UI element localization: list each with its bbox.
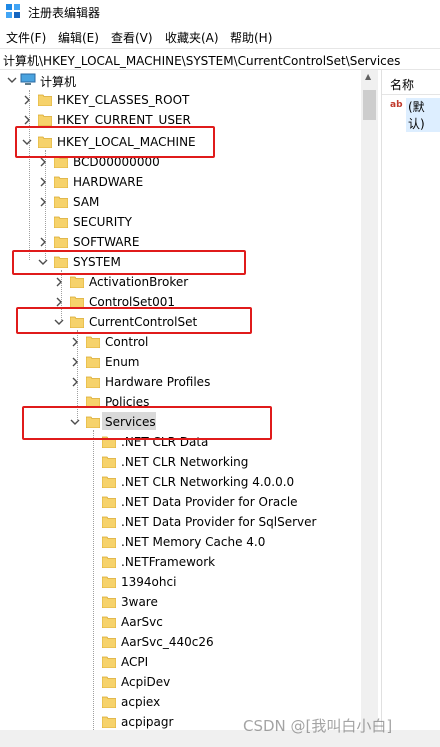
column-header-name[interactable]: 名称 (390, 76, 414, 93)
folder-icon (54, 176, 68, 188)
computer-icon (20, 73, 36, 85)
scroll-up-arrow-icon[interactable]: ▲ (365, 72, 371, 81)
folder-icon (102, 536, 116, 548)
watermark: CSDN @[我叫白小白] (243, 717, 393, 735)
tree-vertical-scrollbar[interactable]: ▲ (361, 70, 378, 730)
folder-icon (102, 496, 116, 508)
chevron-right-icon[interactable] (22, 95, 32, 105)
chevron-right-icon[interactable] (70, 357, 80, 367)
folder-icon (102, 456, 116, 468)
title-bar: 注册表编辑器 (0, 0, 440, 24)
address-bar[interactable]: 计算机\HKEY_LOCAL_MACHINE\SYSTEM\CurrentCon… (0, 48, 440, 70)
menu-help[interactable]: 帮助(H) (230, 29, 272, 46)
folder-icon (54, 196, 68, 208)
folder-icon (102, 516, 116, 528)
column-header-divider (382, 94, 440, 95)
tree-guide-line (93, 430, 94, 730)
chevron-right-icon[interactable] (38, 157, 48, 167)
folder-icon (70, 276, 84, 288)
folder-icon (102, 636, 116, 648)
folder-icon (102, 476, 116, 488)
scrollbar-thumb[interactable] (363, 90, 376, 120)
folder-icon (102, 676, 116, 688)
value-name-default[interactable]: (默认) (406, 98, 440, 132)
folder-icon (102, 616, 116, 628)
window-title: 注册表编辑器 (28, 6, 101, 20)
chevron-right-icon[interactable] (70, 337, 80, 347)
folder-icon (86, 356, 100, 368)
menu-view[interactable]: 查看(V) (111, 29, 153, 46)
folder-icon (38, 114, 52, 126)
chevron-right-icon[interactable] (38, 237, 48, 247)
menu-favorites[interactable]: 收藏夹(A) (165, 29, 219, 46)
folder-icon (86, 336, 100, 348)
folder-icon (102, 556, 116, 568)
registry-tree[interactable]: 计算机 HKEY_CLASSES_ROOT HKEY_CURRENT_USER … (0, 70, 378, 730)
menu-file[interactable]: 文件(F) (6, 29, 46, 46)
chevron-right-icon[interactable] (54, 297, 64, 307)
highlight-box-current-control-set (16, 307, 252, 334)
menu-edit[interactable]: 编辑(E) (58, 29, 99, 46)
values-pane[interactable]: 名称 ab (默认) (382, 70, 440, 730)
highlight-box-system (12, 250, 246, 275)
chevron-right-icon[interactable] (70, 377, 80, 387)
folder-icon (102, 576, 116, 588)
chevron-right-icon[interactable] (38, 197, 48, 207)
highlight-box-hklm (15, 126, 215, 158)
chevron-down-icon[interactable] (7, 75, 17, 85)
folder-icon (102, 696, 116, 708)
folder-icon (102, 596, 116, 608)
folder-icon (86, 376, 100, 388)
menu-bar: 文件(F) 编辑(E) 查看(V) 收藏夹(A) 帮助(H) (0, 26, 440, 46)
chevron-right-icon[interactable] (54, 277, 64, 287)
folder-icon (102, 716, 116, 728)
address-path[interactable]: 计算机\HKEY_LOCAL_MACHINE\SYSTEM\CurrentCon… (3, 52, 400, 69)
registry-editor-icon (6, 4, 20, 18)
folder-icon (102, 656, 116, 668)
highlight-box-services (22, 406, 272, 440)
chevron-right-icon[interactable] (22, 115, 32, 125)
folder-icon (54, 236, 68, 248)
folder-icon (38, 94, 52, 106)
string-value-icon: ab (390, 100, 403, 110)
chevron-right-icon[interactable] (38, 177, 48, 187)
folder-icon (54, 216, 68, 228)
